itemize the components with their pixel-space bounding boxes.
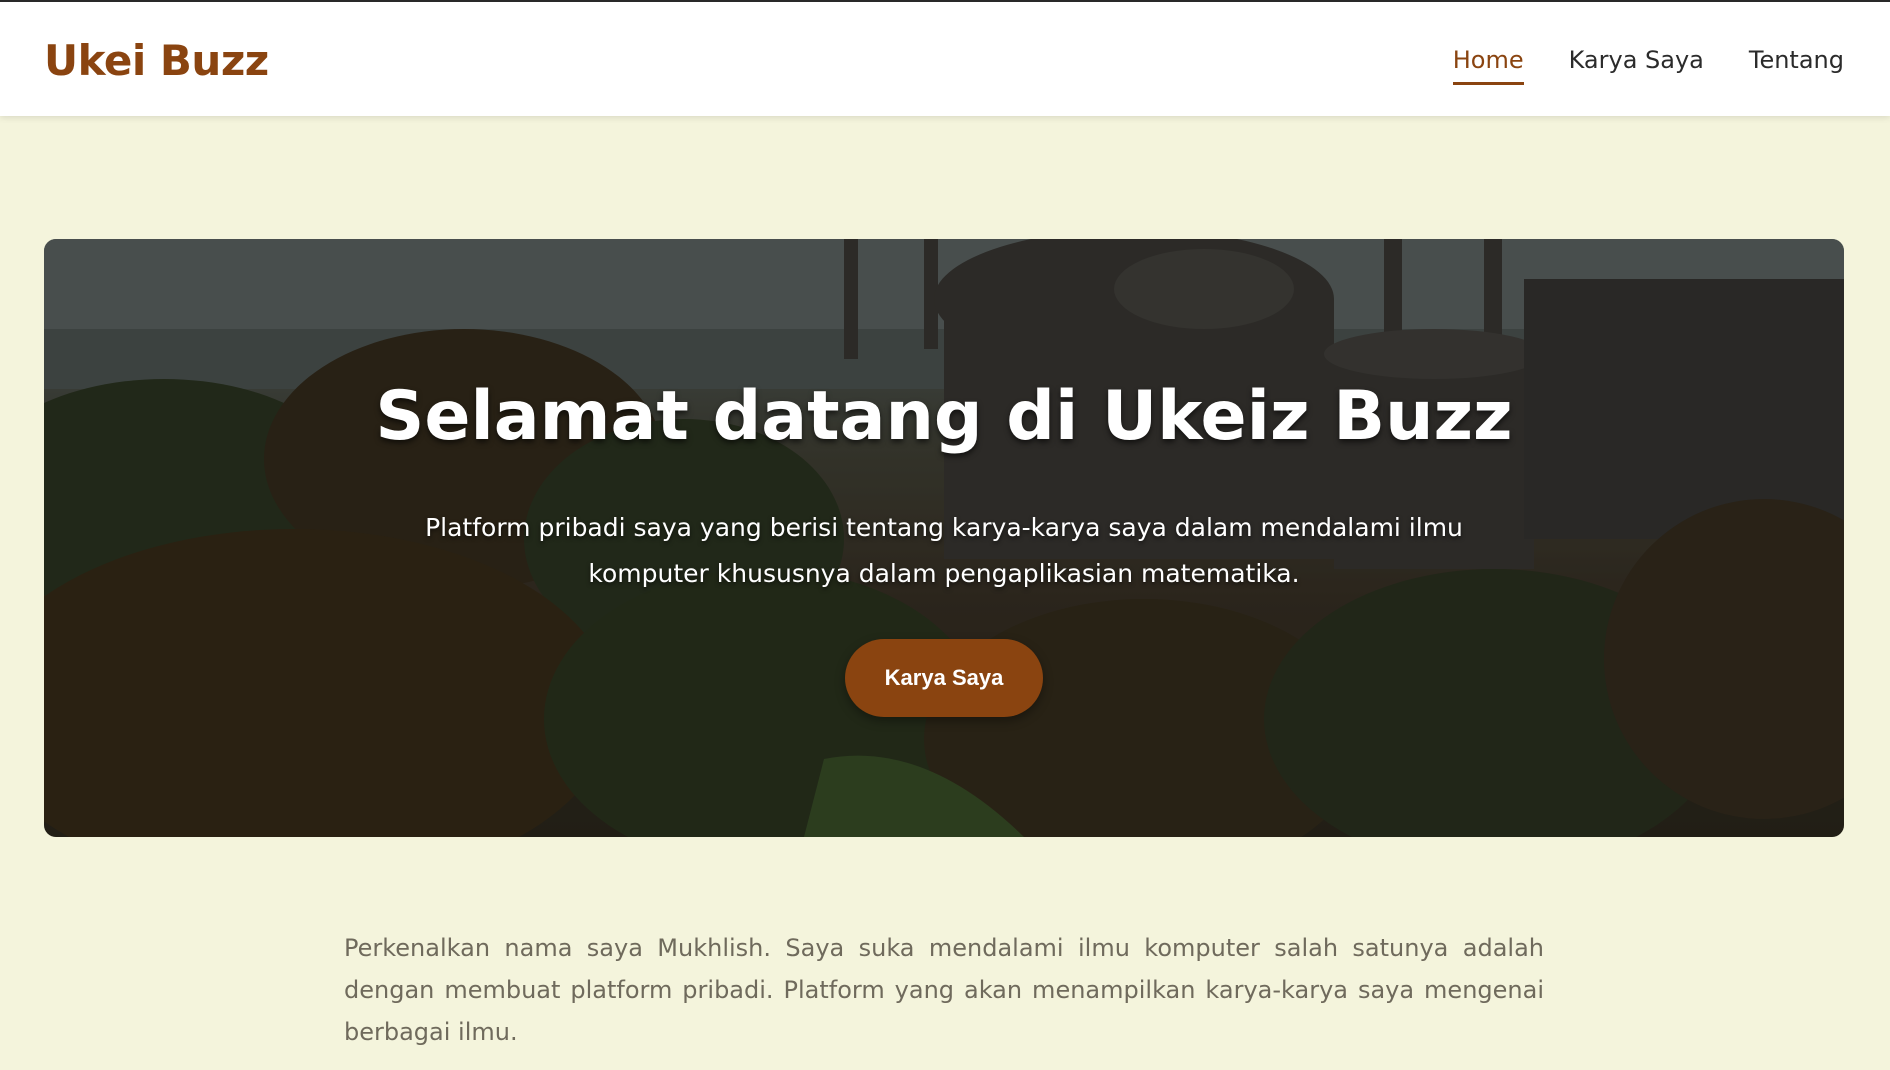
hero-subtitle: Platform pribadi saya yang berisi tentan… — [425, 513, 1463, 588]
intro-paragraph: Perkenalkan nama saya Mukhlish. Saya suk… — [344, 934, 1544, 1046]
nav-karya-saya[interactable]: Karya Saya — [1569, 46, 1704, 85]
nav-home[interactable]: Home — [1452, 46, 1524, 85]
brand-logo-link[interactable]: Ukei Buzz — [44, 36, 269, 85]
hero-banner: Selamat datang di Ukeiz Buzz Platform pr… — [44, 239, 1844, 837]
karya-saya-button[interactable]: Karya Saya — [845, 639, 1043, 717]
hero-title: Selamat datang di Ukeiz Buzz — [375, 377, 1513, 456]
nav-tentang[interactable]: Tentang — [1749, 46, 1844, 85]
main-nav: Home Karya Saya Tentang — [1452, 46, 1844, 85]
site-header: Ukei Buzz Home Karya Saya Tentang — [0, 2, 1890, 116]
